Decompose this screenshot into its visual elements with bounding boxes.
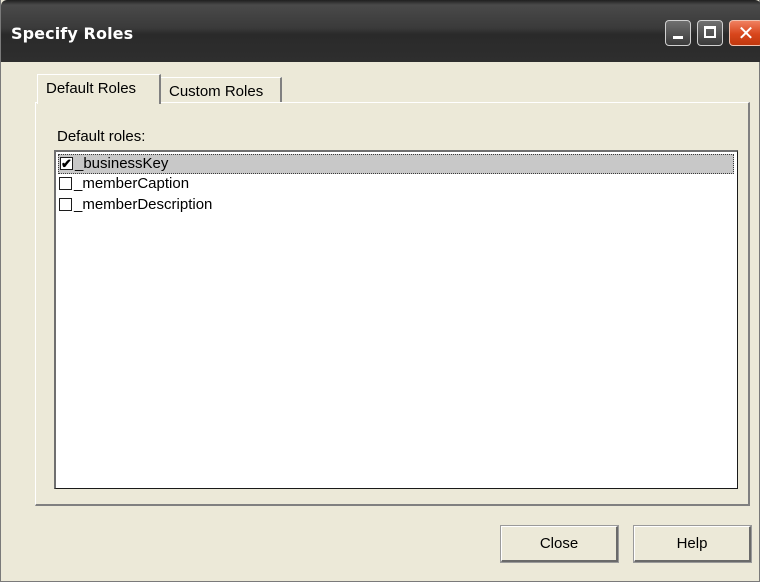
- minimize-button[interactable]: [665, 20, 691, 46]
- maximize-icon: [704, 26, 716, 38]
- list-item-label: _memberCaption: [74, 175, 190, 192]
- tab-default-roles[interactable]: Default Roles: [37, 74, 161, 104]
- default-roles-list[interactable]: ✔ _businessKey _memberCaption _memberDes…: [54, 150, 738, 489]
- maximize-button[interactable]: [697, 20, 723, 46]
- checkbox-business-key[interactable]: ✔: [60, 157, 73, 170]
- close-icon: ✕: [737, 21, 755, 45]
- list-item-label: _memberDescription: [74, 196, 213, 213]
- tab-custom-roles[interactable]: Custom Roles: [160, 77, 282, 103]
- list-item-member-description[interactable]: _memberDescription: [58, 196, 734, 216]
- close-button[interactable]: Close: [500, 525, 619, 563]
- window-title: Specify Roles: [11, 24, 134, 43]
- specify-roles-dialog: Specify Roles ✕ Default Roles Custom Rol…: [0, 0, 760, 582]
- close-window-button[interactable]: ✕: [729, 20, 760, 46]
- list-item-business-key[interactable]: ✔ _businessKey: [58, 154, 734, 174]
- list-item-member-caption[interactable]: _memberCaption: [58, 175, 734, 195]
- checkbox-member-caption[interactable]: [59, 177, 72, 190]
- list-item-label: _businessKey: [75, 155, 169, 172]
- help-button[interactable]: Help: [633, 525, 752, 563]
- minimize-icon: [673, 36, 683, 39]
- title-bar[interactable]: Specify Roles ✕: [1, 0, 760, 62]
- default-roles-label: Default roles:: [57, 128, 146, 145]
- checkbox-member-description[interactable]: [59, 198, 72, 211]
